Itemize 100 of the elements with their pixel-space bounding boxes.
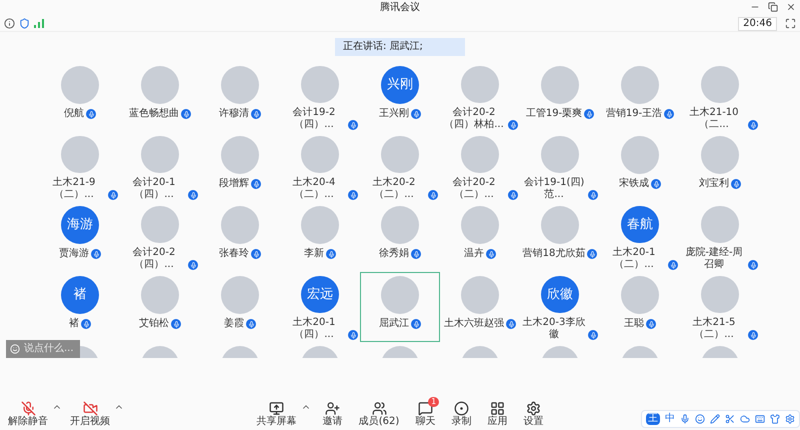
avatar-photo-placeholder [381,206,419,244]
participant-name: 宋铁成 [619,178,649,190]
emoji-icon[interactable] [695,414,705,424]
toolbar-button[interactable]: 解除静音 [4,401,52,428]
avatar-photo-placeholder [221,206,259,244]
toolbar-button[interactable]: 开启视频 [66,401,114,428]
pencil-icon[interactable] [710,414,720,424]
mic-icon [748,330,758,340]
avatar-initials: 海游 [61,206,99,244]
mic-icon [251,249,261,259]
avatar-initials: 兴刚 [381,66,419,104]
members-icon [372,401,386,416]
participant-name: 土木20-2（二）... [372,177,416,201]
participant-name: 会计19-1(四)范... [522,177,586,201]
avatar-initials: 宏远 [301,276,339,313]
ime-button[interactable]: 中 [665,413,675,425]
mic-icon [748,120,758,130]
avatar-photo-placeholder [381,276,419,314]
shield-icon[interactable] [19,18,30,29]
mic-icon [646,319,656,329]
avatar-photo-placeholder [381,136,419,173]
mic-icon [348,190,358,200]
toolbar-button[interactable]: 邀请 [318,401,347,428]
toolbar-button[interactable]: 录制 [447,401,476,428]
avatar-photo-placeholder [701,136,739,174]
participant-name: 会计20-2（四）林柏... [443,107,505,131]
mic-icon[interactable] [680,414,690,424]
avatar-photo-placeholder [701,206,739,243]
participant-name: 土木20-3李欣徽 [522,317,586,341]
participant-name: 会计20-1（四）... [132,177,176,201]
settings-icon[interactable] [785,414,795,424]
shirt-icon[interactable] [770,414,780,424]
mic-icon [506,319,516,329]
avatar-photo-placeholder [141,66,179,104]
mic-icon [188,260,198,270]
participant-name: 会计20-2（二）... [452,177,496,201]
participant-name: 温卉 [464,248,484,260]
avatar-photo-placeholder [461,66,499,103]
signal-icon[interactable] [34,19,44,28]
mic-icon [651,179,661,189]
mic-icon [664,109,674,119]
mic-icon [588,330,598,340]
participant-name: 土木21-5（二）... [692,317,736,341]
participant-name: 李新 [304,248,324,260]
participant-name: 庞院-建经-周召卿 [684,247,744,271]
participant-name: 贾海游 [59,248,89,260]
avatar-photo-placeholder [221,66,259,104]
participant-name: 刘宝利 [699,178,729,190]
mic-icon [731,179,741,189]
mic-icon [348,120,358,130]
participant-name: 王兴刚 [379,108,409,120]
avatar-photo-placeholder [141,276,179,314]
mic-icon [108,190,118,200]
info-icon[interactable] [4,18,15,29]
avatar-photo-placeholder [621,276,659,314]
participant-name: 倪航 [64,108,84,120]
avatar-photo-placeholder [701,66,739,103]
keyboard-icon[interactable] [755,414,765,424]
participant-name: 屈武江 [379,318,409,330]
mic-icon [20,401,36,416]
avatar-initials: 欣徽 [541,276,579,313]
participant-name: 徐秀娟 [379,248,409,260]
unread-badge: 1 [428,397,440,407]
meeting-time: 20:46 [738,16,777,30]
toolbar-button[interactable]: 成员(62) [354,401,404,428]
mic-icon [251,109,261,119]
restore-icon[interactable] [768,2,778,12]
mic-icon [508,190,518,200]
cloud-icon[interactable] [740,414,750,424]
settings-icon [526,401,541,416]
participant-name: 许穆清 [219,108,249,120]
mic-icon [348,330,358,340]
avatar-photo-placeholder [301,206,339,244]
ime-button[interactable]: 王 [646,413,660,425]
avatar-photo-placeholder [461,206,499,244]
scissors-icon[interactable] [725,414,735,424]
avatar-photo-placeholder [221,136,259,174]
mic-icon [486,249,496,259]
participant-name: 艾铂松 [139,318,169,330]
close-icon[interactable] [786,2,796,12]
avatar-photo-placeholder [221,276,259,314]
toolbar-button[interactable]: 设置 [519,401,548,428]
avatar-initials: 春航 [621,206,659,243]
participant-name: 土木20-4（二）... [292,177,336,201]
mic-icon [86,109,96,119]
toolbar-button[interactable]: 应用 [483,401,512,428]
record-icon [454,401,469,416]
participant-name: 营销19-王浩 [606,108,662,120]
participant-name: 土木六班赵强 [444,318,504,330]
avatar-photo-placeholder [61,66,99,104]
invite-icon [325,401,340,416]
fullscreen-icon[interactable] [785,18,796,29]
mic-icon [171,319,181,329]
participant-name: 张春玲 [219,248,249,260]
mic-icon [428,190,438,200]
participant-name: 土木20-1（二）... [612,247,656,271]
participant-name: 姜霞 [224,318,244,330]
avatar-photo-placeholder [541,136,579,173]
toolbar-button[interactable]: 共享屏幕 [252,401,301,428]
participant-name: 土木21-10（二... [688,107,740,131]
